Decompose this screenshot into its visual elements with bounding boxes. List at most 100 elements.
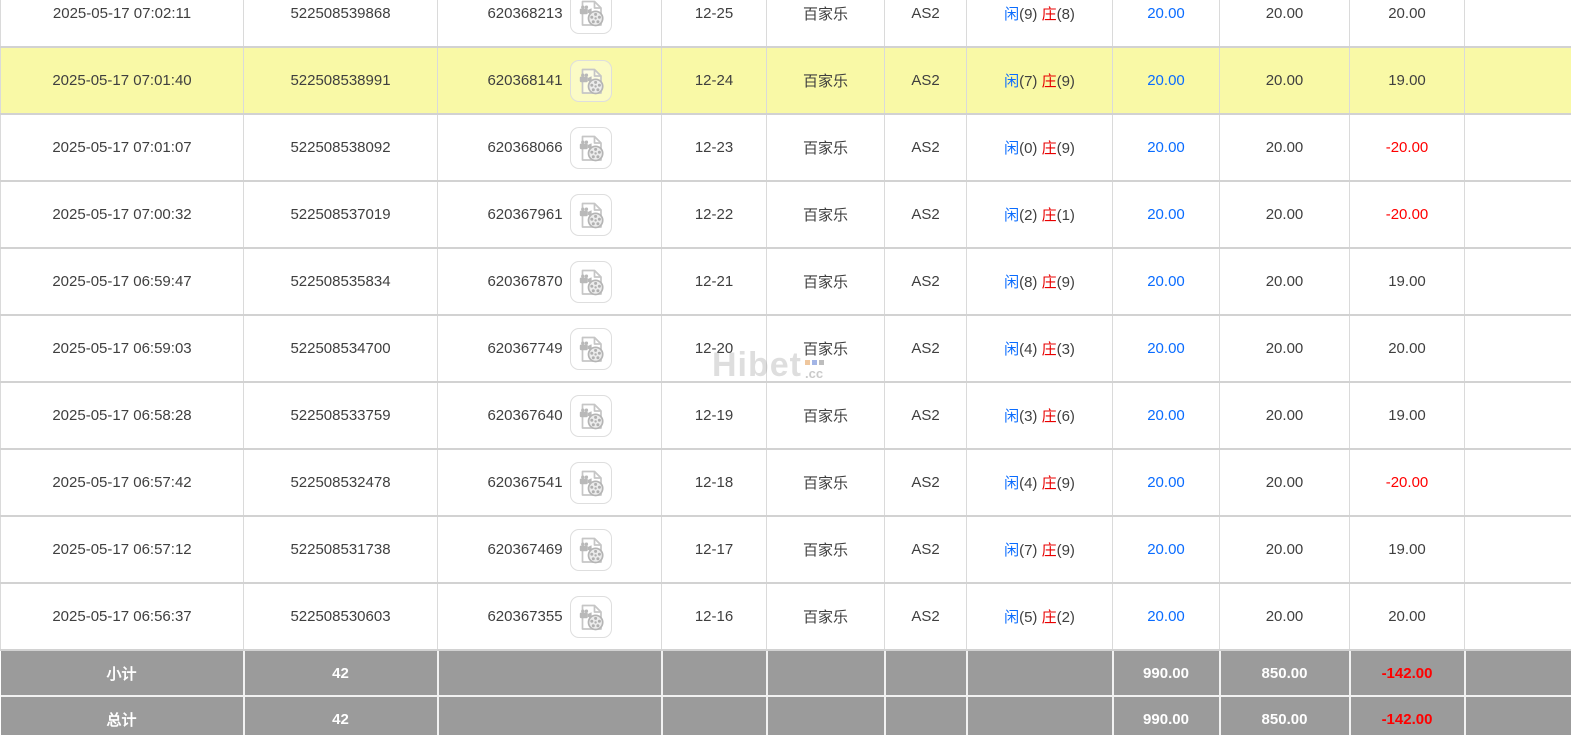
total-row: 总计 42 990.00 850.00 -142.00 <box>0 696 1571 735</box>
cell-game-type: 百家乐 <box>766 516 885 584</box>
video-playback-icon[interactable] <box>569 528 612 571</box>
cell-bet-time: 2025-05-17 06:57:12 <box>0 516 244 584</box>
cell-bet-amount: 20.00 <box>1112 516 1220 584</box>
cell-round: 12-19 <box>661 382 767 450</box>
cell-bet-id: 522508539868 <box>243 0 438 48</box>
total-row-win-loss-total: -142.00 <box>1349 696 1466 735</box>
cell-bet-id: 522508538092 <box>243 114 438 182</box>
cell-bet-id: 522508534700 <box>243 315 438 383</box>
cell-valid-amount: 20.00 <box>1219 0 1350 48</box>
table-row: 2025-05-17 06:57:12 522508531738 620367469… <box>0 516 1571 584</box>
cell-win-loss: 19.00 <box>1349 516 1465 584</box>
game-number-wrap: 620367355 <box>438 595 661 638</box>
cell-valid-amount: 20.00 <box>1219 114 1350 182</box>
game-number: 620367469 <box>487 541 563 558</box>
player-score: (5) <box>1019 609 1042 626</box>
video-playback-icon[interactable] <box>569 327 612 370</box>
cell-round: 12-17 <box>661 516 767 584</box>
bet-records-view: 2025-05-17 07:02:11 522508539868 620368213… <box>0 0 1571 735</box>
game-number: 620367870 <box>487 273 563 290</box>
bet-records-table: 2025-05-17 07:02:11 522508539868 620368213… <box>0 0 1571 735</box>
bet-amount-link[interactable]: 20.00 <box>1147 72 1185 89</box>
total-row-label: 总计 <box>0 696 245 735</box>
video-playback-icon[interactable] <box>569 0 612 34</box>
cell-game-type: 百家乐 <box>766 114 885 182</box>
subtotal-row-count: 42 <box>243 650 439 697</box>
cell-bet-time: 2025-05-17 06:58:28 <box>0 382 244 450</box>
cell-valid-amount: 20.00 <box>1219 516 1350 584</box>
cell-win-loss: 19.00 <box>1349 47 1465 115</box>
video-playback-icon[interactable] <box>569 595 612 638</box>
video-playback-icon[interactable] <box>569 193 612 236</box>
bet-amount-link[interactable]: 20.00 <box>1147 474 1185 491</box>
banker-score: (6) <box>1056 408 1075 425</box>
cell-extra-empty <box>1464 382 1571 450</box>
player-label: 闲 <box>1004 207 1020 224</box>
cell-table-code: AS2 <box>884 47 967 115</box>
cell-valid-amount: 20.00 <box>1219 583 1350 651</box>
cell-bet-amount: 20.00 <box>1112 114 1220 182</box>
cell-round: 12-20 <box>661 315 767 383</box>
cell-bet-id: 522508533759 <box>243 382 438 450</box>
game-number-wrap: 620368141 <box>438 59 661 102</box>
bet-amount-link[interactable]: 20.00 <box>1147 340 1185 357</box>
total-row-empty <box>661 696 768 735</box>
game-number: 620368141 <box>487 72 563 89</box>
video-playback-icon[interactable] <box>569 461 612 504</box>
cell-game-number: 620367870 <box>437 248 662 316</box>
player-score: (7) <box>1019 73 1042 90</box>
cell-win-loss: 19.00 <box>1349 248 1465 316</box>
table-row: 2025-05-17 06:57:42 522508532478 620367541… <box>0 449 1571 517</box>
bet-amount-link[interactable]: 20.00 <box>1147 407 1185 424</box>
subtotal-row: 小计 42 990.00 850.00 -142.00 <box>0 650 1571 697</box>
bet-amount-link[interactable]: 20.00 <box>1147 139 1185 156</box>
player-score: (3) <box>1019 408 1042 425</box>
cell-result: 闲(5) 庄(2) <box>966 583 1113 651</box>
game-number: 620367749 <box>487 340 563 357</box>
video-playback-icon[interactable] <box>569 394 612 437</box>
game-number: 620368213 <box>487 4 563 22</box>
subtotal-row-empty <box>884 650 968 697</box>
banker-score: (9) <box>1056 73 1075 90</box>
game-number: 620367541 <box>487 474 563 491</box>
cell-win-loss: -20.00 <box>1349 114 1465 182</box>
cell-game-number: 620367541 <box>437 449 662 517</box>
cell-game-number: 620367749 <box>437 315 662 383</box>
banker-label: 庄 <box>1041 5 1057 23</box>
bet-amount-link[interactable]: 20.00 <box>1147 541 1185 558</box>
cell-extra-empty <box>1464 516 1571 584</box>
video-playback-icon[interactable] <box>569 260 612 303</box>
total-row-empty <box>766 696 886 735</box>
bet-amount-link[interactable]: 20.00 <box>1147 5 1185 22</box>
video-playback-icon[interactable] <box>569 59 612 102</box>
game-number-wrap: 620368213 <box>438 0 661 34</box>
cell-bet-time: 2025-05-17 07:01:07 <box>0 114 244 182</box>
banker-label: 庄 <box>1041 140 1057 157</box>
table-row: 2025-05-17 07:02:11 522508539868 620368213… <box>0 0 1571 48</box>
cell-round: 12-22 <box>661 181 767 249</box>
banker-label: 庄 <box>1041 408 1057 425</box>
bet-amount-link[interactable]: 20.00 <box>1147 206 1185 223</box>
table-row: 2025-05-17 06:56:37 522508530603 620367355… <box>0 583 1571 651</box>
bet-amount-link[interactable]: 20.00 <box>1147 273 1185 290</box>
table-row: 2025-05-17 07:01:40 522508538991 620368141… <box>0 47 1571 115</box>
video-playback-icon[interactable] <box>569 126 612 169</box>
bet-amount-link[interactable]: 20.00 <box>1147 608 1185 625</box>
total-row-empty <box>437 696 663 735</box>
game-number: 620368066 <box>487 139 563 156</box>
subtotal-row-bet-total: 990.00 <box>1112 650 1221 697</box>
cell-win-loss: 20.00 <box>1349 0 1465 48</box>
banker-score: (9) <box>1056 475 1075 492</box>
cell-table-code: AS2 <box>884 449 967 517</box>
cell-game-number: 620368141 <box>437 47 662 115</box>
cell-round: 12-16 <box>661 583 767 651</box>
cell-valid-amount: 20.00 <box>1219 248 1350 316</box>
cell-game-type: 百家乐 <box>766 47 885 115</box>
cell-game-number: 620367469 <box>437 516 662 584</box>
cell-bet-amount: 20.00 <box>1112 449 1220 517</box>
cell-extra-empty <box>1464 0 1571 48</box>
table-row: 2025-05-17 06:58:28 522508533759 620367640… <box>0 382 1571 450</box>
cell-table-code: AS2 <box>884 0 967 48</box>
cell-bet-amount: 20.00 <box>1112 181 1220 249</box>
banker-score: (1) <box>1056 207 1075 224</box>
